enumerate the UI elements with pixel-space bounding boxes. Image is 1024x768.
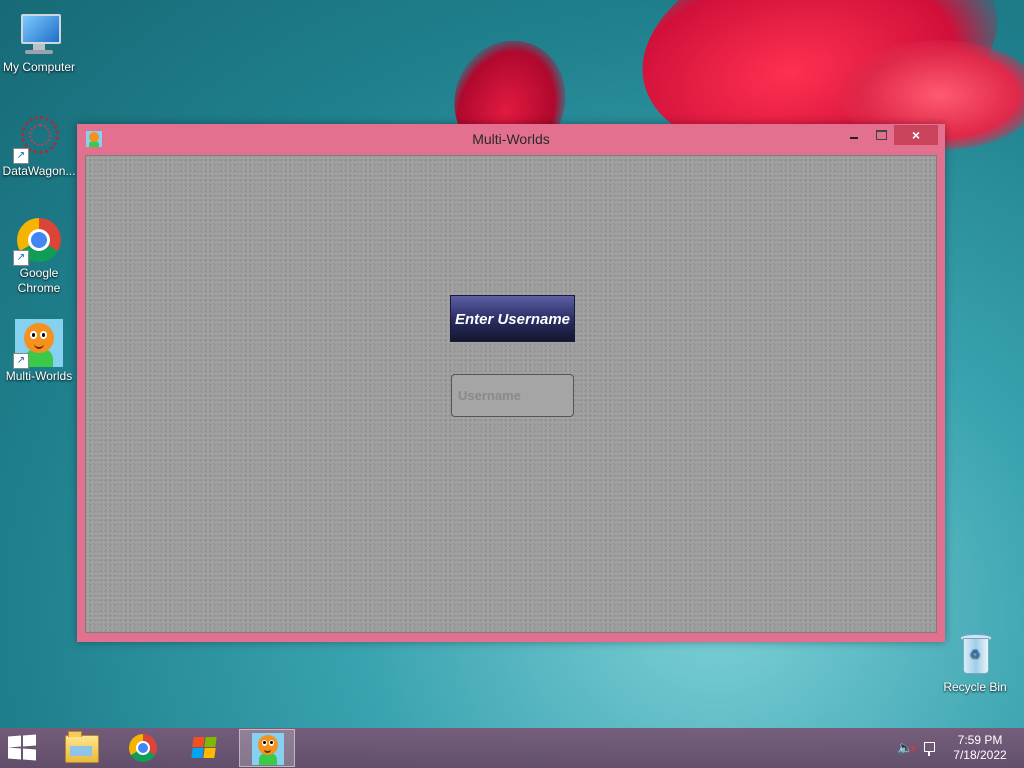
volume-muted-icon[interactable]: 🔈 × [897,740,916,756]
clock-date: 7/18/2022 [953,748,1007,762]
desktop-icon-datawagon[interactable]: ↗ DataWagon... [0,114,78,179]
taskbar: 🔈 × 7:59 PM 7/18/2022 [0,728,1024,768]
desktop-icon-label: Multi-Worlds [5,369,73,383]
taskbar-clock[interactable]: 7:59 PM 7/18/2022 [945,733,1015,763]
chrome-icon: ↗ [13,216,63,266]
maximize-button[interactable] [870,125,892,145]
desktop-icon-label: Google Chrome [17,266,61,295]
clock-time: 7:59 PM [957,733,1003,747]
shortcut-arrow-icon: ↗ [13,148,29,164]
desktop-icon-label: DataWagon... [2,164,76,178]
multi-worlds-window: Multi-Worlds × Enter Username [77,124,945,642]
shortcut-arrow-icon: ↗ [13,353,29,369]
username-input[interactable] [451,374,574,417]
desktop-icon-multi-worlds[interactable]: ↗ Multi-Worlds [0,319,78,384]
taskbar-item-google-chrome[interactable] [115,729,171,767]
taskbar-item-file-explorer[interactable] [53,729,109,767]
datawagon-icon: ↗ [13,114,63,164]
recycle-bin-icon: ♻ [951,630,999,678]
taskbar-item-multi-worlds[interactable] [239,729,295,767]
window-title: Multi-Worlds [472,131,550,147]
taskbar-item-media-player[interactable] [177,729,233,767]
multi-worlds-icon: ↗ [13,319,63,369]
window-content: Enter Username [85,155,937,633]
computer-icon [15,10,63,58]
multi-worlds-icon [252,733,284,765]
media-player-icon [191,735,219,761]
window-titlebar[interactable]: Multi-Worlds × [77,124,945,154]
minimize-button[interactable] [843,125,865,145]
desktop-icon-recycle-bin[interactable]: ♻ Recycle Bin [936,630,1014,695]
close-button[interactable]: × [894,125,938,145]
windows-start-icon[interactable] [8,734,38,761]
network-icon[interactable] [922,740,938,756]
desktop-icon-label: My Computer [2,60,76,74]
shortcut-arrow-icon: ↗ [13,250,29,266]
desktop-icon-my-computer[interactable]: My Computer [0,10,78,75]
desktop-icon-google-chrome[interactable]: ↗ Google Chrome [0,216,78,296]
desktop-icon-label: Recycle Bin [943,680,1007,694]
enter-username-label: Enter Username [450,295,575,342]
folder-icon [65,731,99,763]
